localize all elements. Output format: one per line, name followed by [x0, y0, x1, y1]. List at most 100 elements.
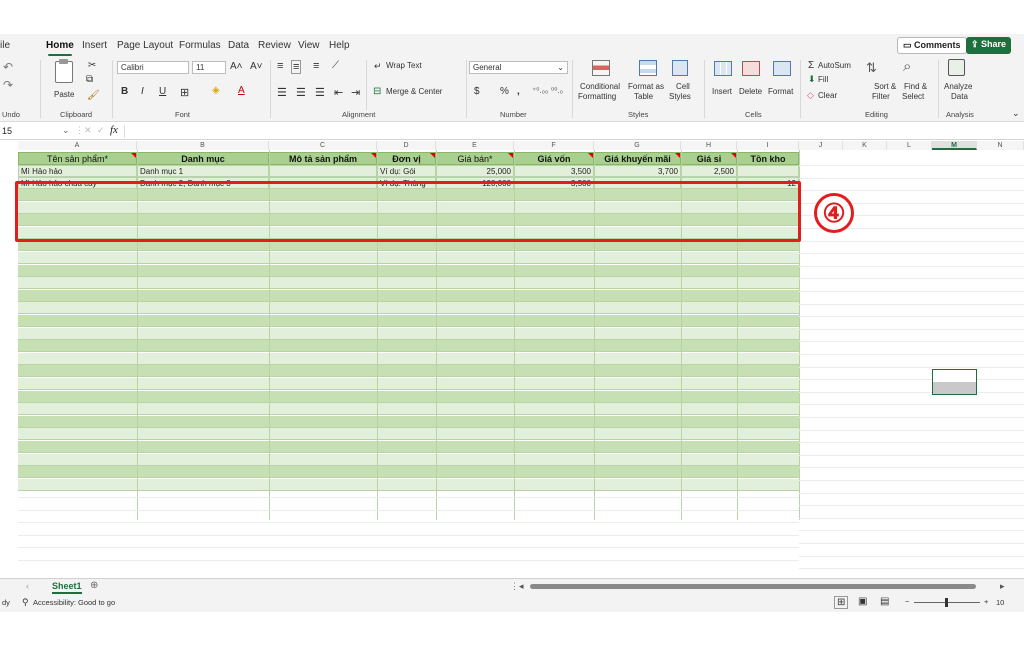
tab-review[interactable]: Review: [258, 40, 291, 51]
comma-button[interactable]: ,: [517, 87, 520, 97]
clear-button[interactable]: Clear: [818, 91, 837, 101]
zoom-out-icon[interactable]: −: [905, 597, 909, 606]
undo-icon[interactable]: ↶: [3, 60, 13, 74]
tab-insert[interactable]: Insert: [82, 40, 107, 51]
find-select-label[interactable]: Find &: [904, 82, 927, 92]
decrease-decimal-icon[interactable]: ⁰⁰.₀: [551, 86, 563, 95]
column-header[interactable]: I: [737, 141, 799, 150]
insert-cells-icon[interactable]: [714, 61, 732, 76]
font-color-icon[interactable]: A: [238, 85, 245, 96]
italic-button[interactable]: I: [141, 87, 144, 97]
zoom-in-icon[interactable]: +: [984, 597, 988, 606]
collapse-ribbon-icon[interactable]: ⌄: [1012, 108, 1020, 119]
column-header[interactable]: J: [799, 141, 843, 150]
format-cells-icon[interactable]: [773, 61, 791, 76]
cell-styles-label-2[interactable]: Styles: [669, 92, 691, 102]
align-left-icon[interactable]: ☰: [277, 86, 287, 99]
format-painter-icon[interactable]: 🖌: [87, 90, 100, 101]
scroll-right-icon[interactable]: ▸: [1000, 581, 1005, 592]
table-cell[interactable]: 3,700: [594, 165, 681, 177]
clear-icon[interactable]: ◇: [807, 90, 814, 101]
format-as-table-label[interactable]: Format as: [628, 82, 664, 92]
table-cell[interactable]: Ví dụ: Gói: [377, 165, 436, 177]
header-cell-price[interactable]: Giá bán*: [436, 152, 514, 165]
tab-data[interactable]: Data: [228, 40, 249, 51]
column-header[interactable]: E: [436, 141, 514, 150]
fill-icon[interactable]: ⬇: [808, 74, 816, 85]
name-box[interactable]: 15: [2, 126, 12, 136]
column-header[interactable]: D: [377, 141, 436, 150]
normal-view-icon[interactable]: ⊞: [834, 596, 849, 609]
prev-sheet-icon[interactable]: ‹: [26, 581, 29, 591]
redo-icon[interactable]: ↷: [3, 78, 13, 92]
page-break-view-icon[interactable]: ▤: [880, 596, 889, 607]
currency-button[interactable]: $: [474, 87, 480, 97]
conditional-formatting-icon[interactable]: [592, 60, 610, 76]
number-format-select[interactable]: General ⌄: [469, 61, 568, 74]
header-cell-description[interactable]: Mô tả sản phẩm: [269, 152, 377, 165]
header-cell-stock[interactable]: Tồn kho: [737, 152, 799, 165]
column-header[interactable]: B: [137, 141, 269, 150]
paste-label[interactable]: Paste: [54, 90, 74, 100]
analyze-data-label[interactable]: Analyze: [944, 82, 972, 92]
underline-button[interactable]: U: [159, 87, 166, 97]
enter-icon[interactable]: ✓: [97, 125, 105, 136]
find-select-icon[interactable]: ⌕: [903, 58, 911, 75]
scroll-left-icon[interactable]: ◂: [519, 581, 524, 592]
tab-page-layout[interactable]: Page Layout: [117, 40, 173, 51]
table-cell[interactable]: 2,500: [681, 165, 737, 177]
table-cell[interactable]: Danh mục 1: [137, 165, 269, 177]
borders-icon[interactable]: ⊞: [180, 86, 189, 99]
chevron-down-icon[interactable]: ⌄: [62, 125, 70, 136]
column-header[interactable]: N: [977, 141, 1024, 150]
sheet-tab-sheet1[interactable]: Sheet1: [52, 581, 82, 594]
accessibility-status[interactable]: Accessibility: Good to go: [33, 598, 115, 607]
header-cell-unit[interactable]: Đơn vị: [377, 152, 436, 165]
sort-filter-icon[interactable]: ⇅: [866, 60, 877, 76]
increase-font-icon[interactable]: A˄: [230, 61, 243, 72]
table-cell[interactable]: [737, 165, 799, 177]
analyze-data-icon[interactable]: [948, 59, 965, 76]
table-cell[interactable]: Mì Hảo hảo: [18, 165, 137, 177]
cut-icon[interactable]: ✂: [88, 60, 96, 71]
format-as-table-label-2[interactable]: Table: [634, 92, 653, 102]
fill-color-icon[interactable]: ◈: [212, 85, 220, 96]
header-cell-wholesale-price[interactable]: Giá sỉ: [681, 152, 737, 165]
merge-center-button[interactable]: Merge & Center: [386, 87, 442, 97]
delete-cells-label[interactable]: Delete: [739, 87, 762, 97]
paste-icon[interactable]: [55, 59, 73, 83]
increase-decimal-icon[interactable]: ⁺⁰.₀₀: [532, 86, 548, 95]
decrease-font-icon[interactable]: A˅: [250, 61, 263, 72]
align-top-icon[interactable]: ≡: [277, 60, 283, 72]
insert-function-button[interactable]: fx: [110, 124, 118, 136]
fill-button[interactable]: Fill: [818, 75, 828, 85]
add-sheet-icon[interactable]: ⊕: [90, 580, 98, 591]
tab-help[interactable]: Help: [329, 40, 350, 51]
increase-indent-icon[interactable]: ⇥: [351, 86, 360, 99]
bold-button[interactable]: B: [121, 87, 128, 97]
align-middle-icon[interactable]: ≡: [291, 60, 302, 74]
autosum-button[interactable]: AutoSum: [818, 61, 851, 71]
comments-button[interactable]: ▭ Comments: [897, 37, 967, 54]
column-header[interactable]: C: [269, 141, 377, 150]
font-name-select[interactable]: Calibri: [117, 61, 189, 74]
analyze-data-label-2[interactable]: Data: [951, 92, 968, 102]
tab-file[interactable]: ile: [0, 40, 10, 51]
column-header[interactable]: A: [18, 141, 137, 150]
orientation-icon[interactable]: ⟋: [332, 60, 339, 71]
header-cell-cost[interactable]: Giá vốn: [514, 152, 594, 165]
header-cell-promo-price[interactable]: Giá khuyến mãi: [594, 152, 681, 165]
zoom-slider-thumb[interactable]: [945, 598, 948, 607]
column-header-selected[interactable]: M: [932, 141, 977, 150]
insert-cells-label[interactable]: Insert: [712, 87, 732, 97]
column-header[interactable]: K: [843, 141, 887, 150]
tab-home[interactable]: Home: [46, 40, 74, 56]
find-select-label-2[interactable]: Select: [902, 92, 924, 102]
align-center-icon[interactable]: ☰: [296, 86, 306, 99]
conditional-formatting-label[interactable]: Conditional: [580, 82, 620, 92]
tab-formulas[interactable]: Formulas: [179, 40, 221, 51]
column-header[interactable]: G: [594, 141, 681, 150]
header-cell-product-name[interactable]: Tên sản phẩm*: [18, 152, 137, 165]
decrease-indent-icon[interactable]: ⇤: [334, 86, 343, 99]
header-cell-category[interactable]: Danh mục: [137, 152, 269, 165]
